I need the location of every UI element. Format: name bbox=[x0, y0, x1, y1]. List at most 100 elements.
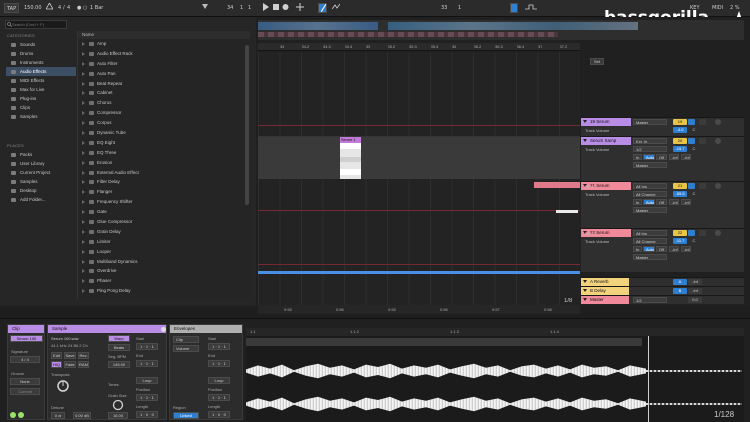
device-list-item[interactable]: Dynamic Tube bbox=[78, 128, 250, 138]
set-button-label[interactable]: Set bbox=[590, 58, 604, 65]
category-item[interactable]: Samples bbox=[6, 112, 76, 121]
arm-button[interactable] bbox=[699, 230, 706, 236]
seg-bpm-field[interactable]: 145.00 bbox=[108, 361, 130, 368]
monitor-in-button[interactable]: In bbox=[633, 246, 642, 252]
place-item[interactable]: Samples bbox=[6, 177, 76, 186]
expand-arrow-icon[interactable] bbox=[82, 239, 85, 244]
time-ruler[interactable]: 0:55 0:56 0:55 0:56 0:57 0:58 bbox=[258, 305, 580, 314]
expand-arrow-icon[interactable] bbox=[82, 200, 85, 205]
time-sig-denominator[interactable]: 4 bbox=[67, 3, 70, 13]
browser-search-input[interactable]: Search (Cmd + F) bbox=[5, 20, 67, 29]
track-volume-field[interactable]: -11.7 bbox=[673, 238, 687, 244]
fade-button[interactable]: Fade bbox=[64, 361, 76, 368]
settings-icon[interactable] bbox=[715, 138, 721, 144]
expand-arrow-icon[interactable] bbox=[82, 71, 85, 76]
device-list-item[interactable]: Ping Pong Delay bbox=[78, 286, 250, 296]
return-volume-field[interactable]: 0.0 bbox=[688, 297, 702, 303]
stop-icon[interactable] bbox=[272, 3, 279, 13]
gain-field[interactable]: 0.00 dB bbox=[73, 412, 91, 419]
output-select[interactable]: Master bbox=[633, 119, 667, 125]
input-channel-select[interactable]: All Channe bbox=[633, 191, 667, 197]
env-position-field[interactable]: 1 · 1 · 1 bbox=[208, 394, 230, 401]
arm-button[interactable] bbox=[699, 119, 706, 125]
fold-arrow-icon[interactable] bbox=[583, 289, 587, 292]
detune-field[interactable]: 0 ct bbox=[51, 412, 65, 419]
input-channel-select[interactable]: 1/2 bbox=[633, 146, 667, 152]
return-track-header[interactable]: Master 1/2 0.0 bbox=[581, 295, 744, 304]
send-field[interactable]: -inf bbox=[669, 154, 679, 160]
output-select[interactable]: Master bbox=[633, 254, 667, 260]
fold-arrow-icon[interactable] bbox=[583, 139, 587, 142]
category-item[interactable]: Sounds bbox=[6, 40, 76, 49]
device-list-item[interactable]: Beat Repeat bbox=[78, 79, 250, 89]
device-list-item[interactable]: Audio Effect Rack bbox=[78, 49, 250, 59]
input-type-select[interactable]: All Ins bbox=[633, 230, 667, 236]
tap-tempo-button[interactable]: TAP bbox=[4, 3, 20, 13]
track-pan-field[interactable]: C bbox=[689, 191, 699, 197]
browser-scrollbar[interactable] bbox=[245, 45, 249, 205]
expand-arrow-icon[interactable] bbox=[82, 61, 85, 66]
expand-arrow-icon[interactable] bbox=[82, 111, 85, 116]
fold-arrow-icon[interactable] bbox=[583, 298, 587, 301]
settings-icon[interactable] bbox=[715, 230, 721, 236]
expand-arrow-icon[interactable] bbox=[82, 140, 85, 145]
solo-button[interactable] bbox=[688, 230, 695, 236]
clip-name-field[interactable]: Serum 100 bbox=[10, 335, 43, 342]
device-list-item[interactable]: Corpus bbox=[78, 118, 250, 128]
output-select[interactable]: Master bbox=[633, 207, 667, 213]
commit-button[interactable]: Commit bbox=[10, 388, 40, 395]
device-list-item[interactable]: Erosion bbox=[78, 158, 250, 168]
env-end-field[interactable]: 1 · 1 · 1 bbox=[208, 360, 230, 367]
expand-arrow-icon[interactable] bbox=[82, 249, 85, 254]
solo-button[interactable] bbox=[688, 183, 695, 189]
signature-field[interactable]: 4 / 4 bbox=[10, 356, 40, 363]
expand-arrow-icon[interactable] bbox=[82, 210, 85, 215]
waveform-ruler[interactable] bbox=[246, 328, 744, 336]
device-list-item[interactable]: Looper bbox=[78, 247, 250, 257]
expand-arrow-icon[interactable] bbox=[82, 269, 85, 274]
return-track-title[interactable]: B Delay bbox=[581, 287, 629, 295]
arrangement-overview[interactable] bbox=[258, 20, 744, 40]
expand-arrow-icon[interactable] bbox=[82, 91, 85, 96]
category-item[interactable]: Drums bbox=[6, 49, 76, 58]
device-list-item[interactable]: Auto Filter bbox=[78, 59, 250, 69]
monitor-auto-button[interactable]: Auto bbox=[643, 246, 655, 252]
expand-arrow-icon[interactable] bbox=[82, 229, 85, 234]
track-header[interactable]: 19 Serum Track Volume Master 19 -4.0 C bbox=[581, 117, 744, 136]
midi-clip[interactable]: Serum 1 bbox=[340, 137, 361, 179]
track-title[interactable]: Serum Samp bbox=[581, 137, 631, 145]
arm-button[interactable] bbox=[699, 183, 706, 189]
input-channel-select[interactable]: All Channe bbox=[633, 238, 667, 244]
return-track-title[interactable]: Master bbox=[581, 296, 629, 304]
monitor-off-button[interactable]: Off bbox=[656, 246, 667, 252]
send-field[interactable]: -inf bbox=[681, 154, 691, 160]
expand-arrow-icon[interactable] bbox=[82, 180, 85, 185]
expand-arrow-icon[interactable] bbox=[82, 131, 85, 136]
position-bar[interactable]: 34 bbox=[227, 3, 233, 13]
env-start-field[interactable]: 1 · 1 · 1 bbox=[208, 343, 230, 350]
metronome-icon[interactable] bbox=[45, 2, 54, 13]
device-list-item[interactable]: EQ Three bbox=[78, 148, 250, 158]
device-list-item[interactable]: Cabinet bbox=[78, 88, 250, 98]
sample-waveform-editor[interactable]: 1.1 1.1.2 1.1.3 1.1.4 1/128 bbox=[246, 328, 744, 422]
metronome-toggle[interactable]: ● ○ bbox=[77, 3, 87, 13]
track-volume-field[interactable]: -4.0 bbox=[673, 127, 687, 133]
send-field[interactable]: -inf bbox=[669, 246, 679, 252]
solo-button[interactable] bbox=[688, 138, 695, 144]
expand-arrow-icon[interactable] bbox=[82, 190, 85, 195]
place-item[interactable]: User Library bbox=[6, 159, 76, 168]
loop-start-field[interactable]: 33 bbox=[441, 3, 447, 13]
device-list-item[interactable]: Grain Delay bbox=[78, 227, 250, 237]
save-button[interactable]: Save bbox=[64, 352, 76, 359]
play-icon[interactable] bbox=[262, 3, 269, 13]
length-field[interactable]: 1 · 0 · 0 bbox=[136, 411, 158, 418]
groove-select[interactable]: None bbox=[10, 378, 40, 385]
arrangement-ruler[interactable]: 34 34.2 34.3 34.4 35 35.2 35.3 35.4 36 36.2 36.3 36… bbox=[258, 43, 580, 51]
expand-arrow-icon[interactable] bbox=[82, 289, 85, 294]
track-activator-button[interactable]: 20 bbox=[673, 138, 687, 144]
expand-arrow-icon[interactable] bbox=[82, 101, 85, 106]
place-item[interactable]: Add Folder... bbox=[6, 195, 76, 204]
monitor-in-button[interactable]: In bbox=[633, 154, 642, 160]
expand-arrow-icon[interactable] bbox=[82, 121, 85, 126]
output-select[interactable]: Master bbox=[633, 162, 667, 168]
